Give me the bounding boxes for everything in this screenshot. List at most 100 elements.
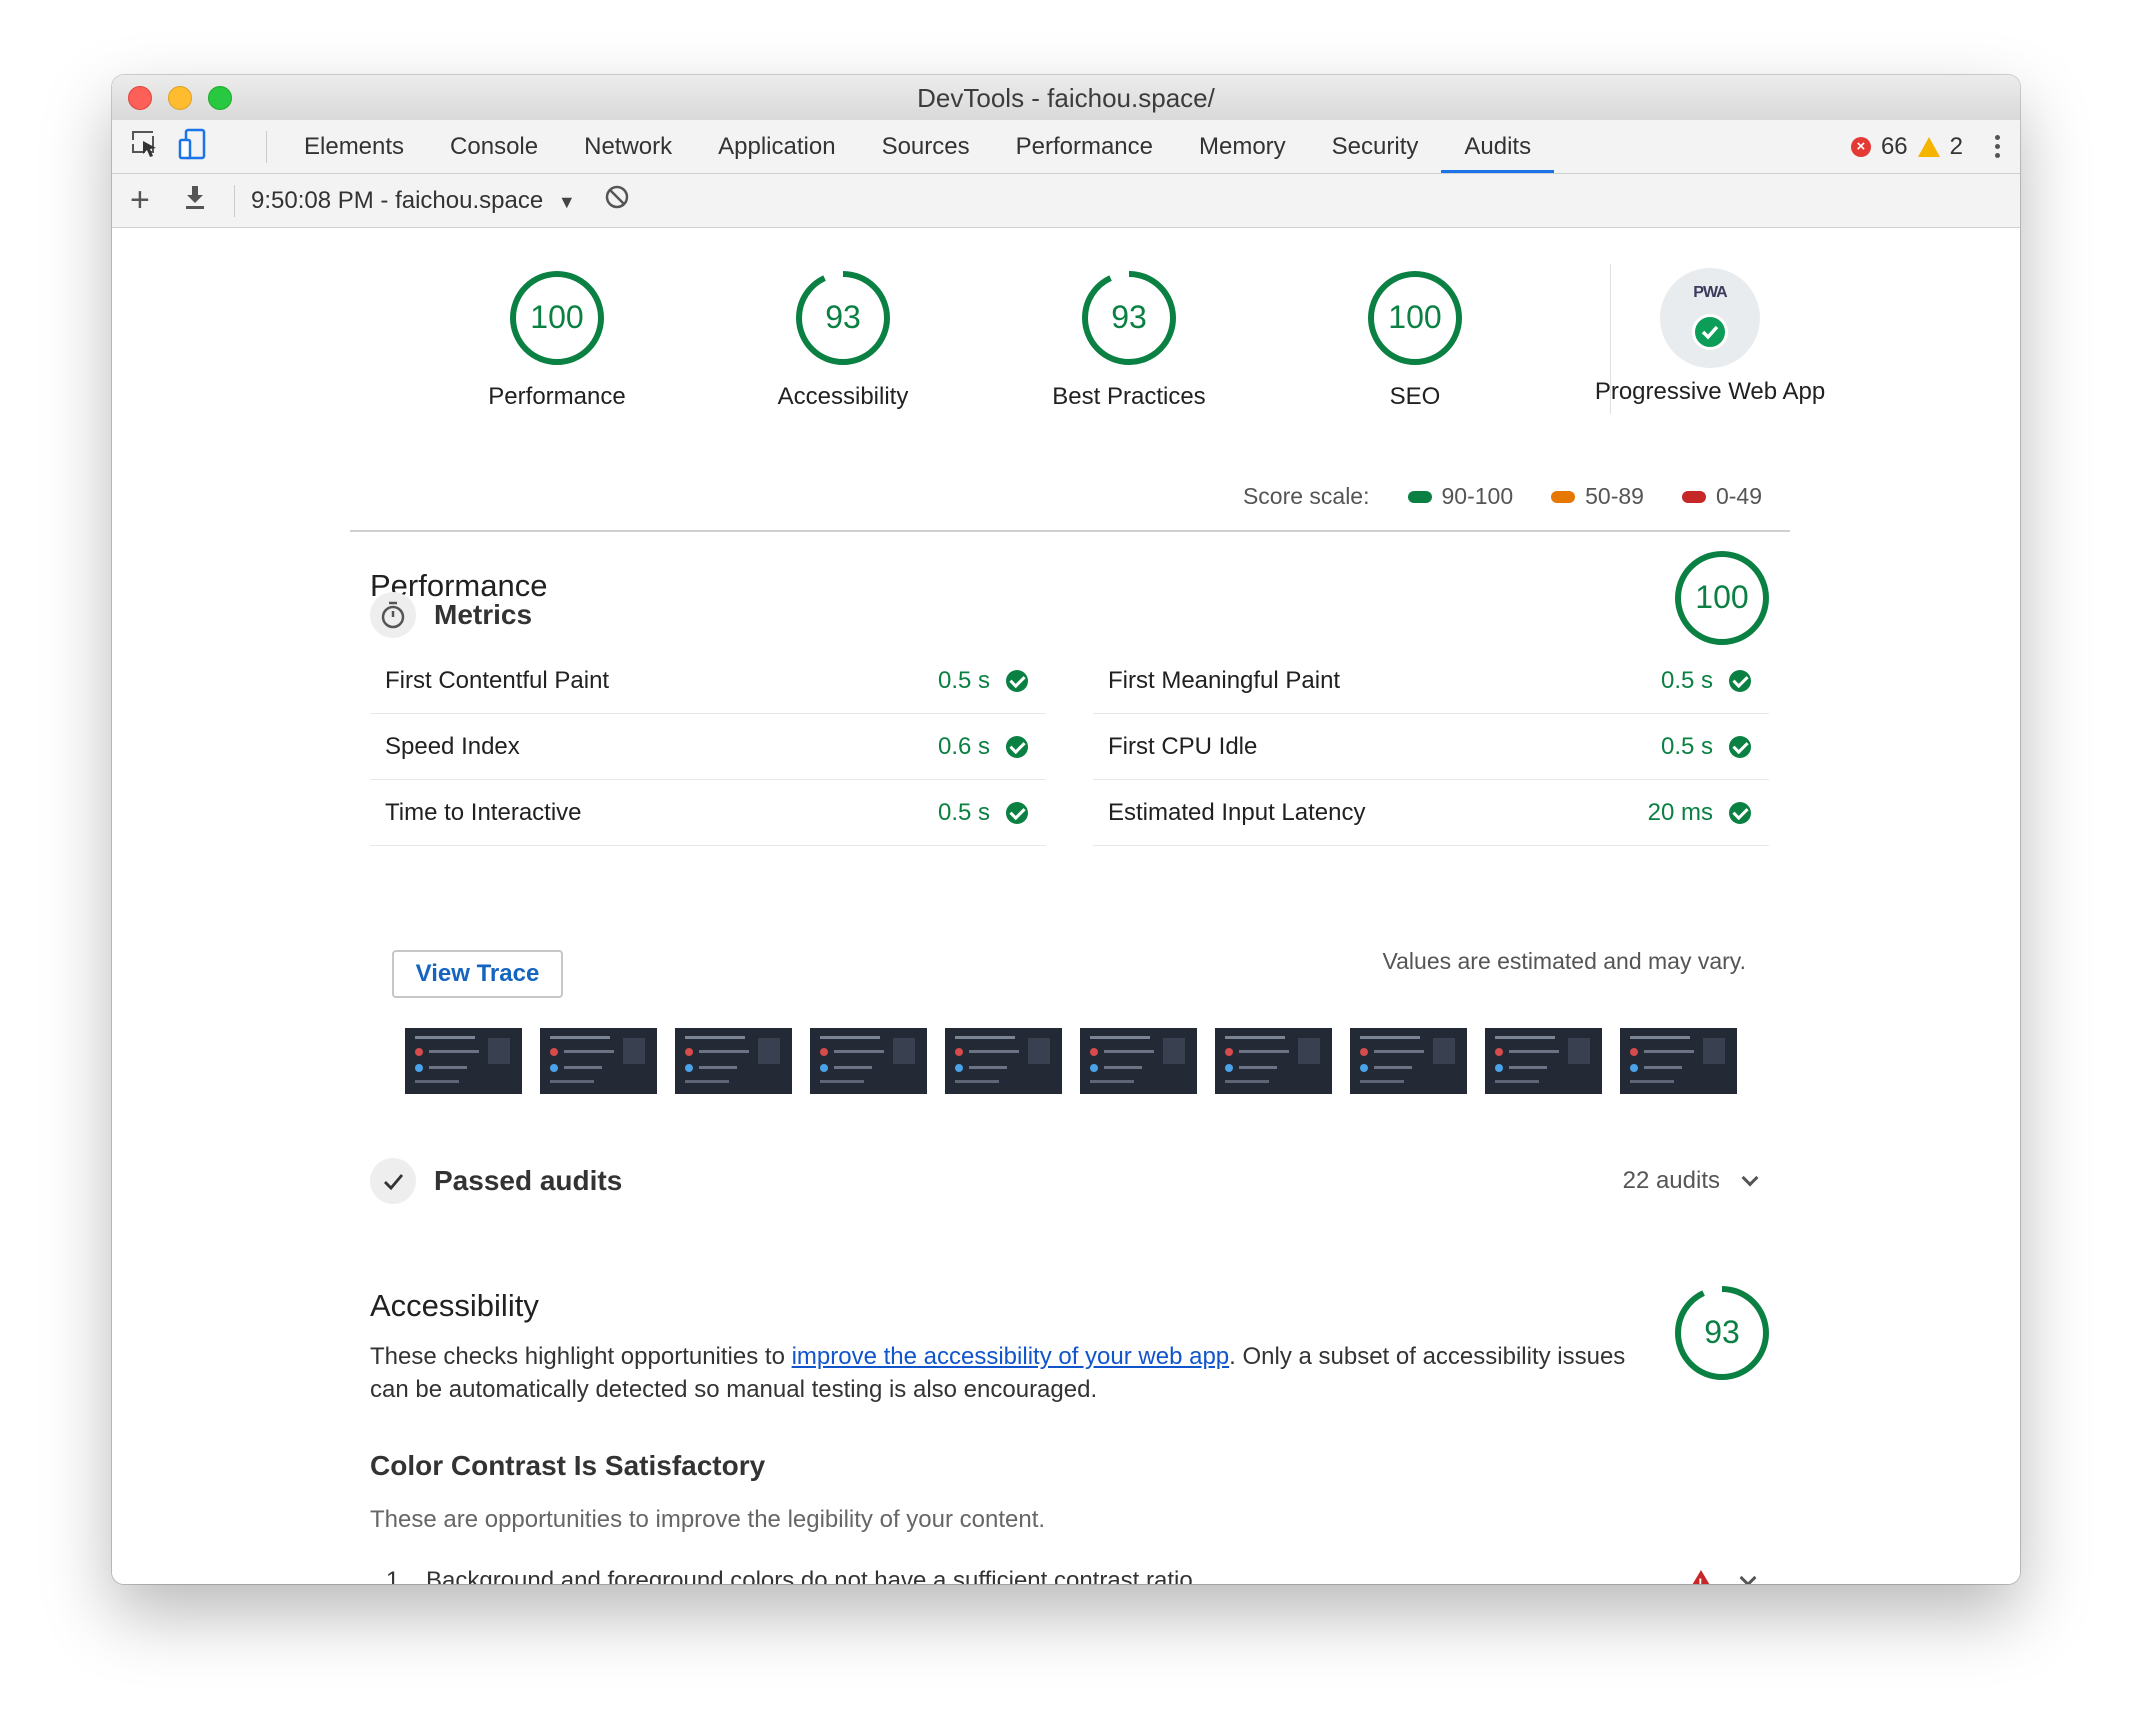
metric-value: 20 ms: [1647, 798, 1713, 826]
toolbar-separator: [234, 184, 235, 217]
metric-value: 0.5 s: [937, 666, 990, 694]
gauge-pwa[interactable]: PWA Progressive Web App: [1555, 268, 1865, 406]
window-title: DevTools - faichou.space/: [917, 83, 1215, 113]
score-scale-label: Score scale:: [1242, 483, 1370, 509]
gauge-score: 93: [1111, 299, 1147, 335]
accessibility-score: 93: [1704, 1314, 1740, 1350]
metric-value: 0.5 s: [1660, 666, 1713, 694]
tab-sources[interactable]: Sources: [859, 120, 993, 173]
gauge-label: Best Practices: [1052, 383, 1206, 410]
metric-name: First Contentful Paint: [385, 666, 610, 694]
more-options-icon[interactable]: [1995, 135, 2000, 158]
report-select-label: 9:50:08 PM - faichou.space: [251, 186, 544, 214]
error-count: 66: [1880, 132, 1908, 160]
values-note: Values are estimated and may vary.: [1382, 948, 1747, 974]
filmstrip-frame: [1485, 1028, 1602, 1094]
close-window-button[interactable]: [128, 86, 152, 110]
report-select[interactable]: 9:50:08 PM - faichou.space ▼: [251, 187, 576, 215]
pwa-badge: PWA: [1660, 268, 1760, 368]
metric-name: Time to Interactive: [385, 798, 582, 826]
metric-speed-index: Speed Index 0.6 s: [370, 714, 1046, 780]
filmstrip-frame: [945, 1028, 1062, 1094]
gauge-label: SEO: [1389, 383, 1441, 410]
filmstrip-frame: [1080, 1028, 1197, 1094]
new-audit-icon[interactable]: +: [130, 181, 170, 220]
metrics-header: Metrics: [370, 592, 532, 638]
gauge-performance[interactable]: 100 Performance: [407, 268, 707, 411]
inspect-element-icon[interactable]: [130, 129, 160, 164]
warning-count: 2: [1949, 132, 1963, 160]
gauge-label: Progressive Web App: [1594, 378, 1826, 405]
tab-elements[interactable]: Elements: [281, 120, 427, 173]
performance-score: 100: [1695, 579, 1748, 615]
chevron-down-icon[interactable]: [1739, 1569, 1757, 1584]
audit-index: 1: [386, 1566, 400, 1585]
audit-row-color-contrast[interactable]: 1 Background and foreground colors do no…: [370, 1550, 1772, 1584]
clear-reports-icon[interactable]: [604, 184, 630, 217]
metric-value: 0.5 s: [1660, 732, 1713, 760]
pass-check-icon: [1729, 801, 1751, 824]
accessibility-guide-link[interactable]: improve the accessibility of your web ap…: [792, 1343, 1230, 1370]
minimize-window-button[interactable]: [168, 86, 192, 110]
gauge-ring: 93: [796, 271, 890, 365]
devtools-window: DevTools - faichou.space/ Elements Conso…: [112, 75, 2020, 1584]
filmstrip: [405, 1028, 1737, 1094]
checkmark-icon: [370, 1158, 416, 1204]
maximize-window-button[interactable]: [208, 86, 232, 110]
metric-estimated-input-latency: Estimated Input Latency 20 ms: [1093, 780, 1769, 846]
metrics-title: Metrics: [434, 599, 533, 630]
description-text: These checks highlight opportunities to: [370, 1343, 792, 1370]
view-trace-button[interactable]: View Trace: [392, 950, 563, 998]
pass-check-icon: [1006, 669, 1028, 692]
pass-check-icon: [1006, 801, 1028, 824]
pass-check-icon: [1729, 735, 1751, 758]
tab-application[interactable]: Application: [695, 120, 858, 173]
stopwatch-icon: [370, 592, 416, 638]
tab-security[interactable]: Security: [1309, 120, 1442, 173]
scale-average-label: 50-89: [1585, 483, 1644, 509]
score-summary: 100 Performance 93 Accessibility 93 Best…: [452, 264, 1892, 418]
tab-memory[interactable]: Memory: [1176, 120, 1309, 173]
color-contrast-group-description: These are opportunities to improve the l…: [370, 1506, 1046, 1533]
chevron-down-icon[interactable]: [1741, 1169, 1759, 1187]
gauge-seo[interactable]: 100 SEO: [1265, 268, 1565, 411]
status-indicators[interactable]: × 66 2: [1850, 120, 2000, 173]
gauge-ring: 93: [1082, 271, 1176, 365]
panel-tabs: Elements Console Network Application Sou…: [281, 120, 1554, 173]
filmstrip-frame: [1350, 1028, 1467, 1094]
pwa-logo: PWA: [1693, 284, 1727, 301]
scale-average-pill: [1551, 490, 1576, 503]
gauge-ring: 100: [1368, 271, 1462, 365]
gauge-best-practices[interactable]: 93 Best Practices: [979, 268, 1279, 411]
metric-value: 0.5 s: [937, 798, 990, 826]
tab-audits[interactable]: Audits: [1441, 120, 1554, 173]
performance-score-gauge: 100: [1672, 548, 1772, 653]
metrics-column-right: First Meaningful Paint 0.5 s First CPU I…: [1093, 648, 1769, 846]
gauge-ring: 100: [510, 271, 604, 365]
score-scale: Score scale: 90-100 50-89 0-49: [1243, 483, 1762, 510]
passed-audits-header[interactable]: Passed audits 22 audits: [370, 1158, 1772, 1204]
filmstrip-frame: [675, 1028, 792, 1094]
tab-network[interactable]: Network: [561, 120, 695, 173]
gauge-accessibility[interactable]: 93 Accessibility: [693, 268, 993, 411]
filmstrip-frame: [1215, 1028, 1332, 1094]
pass-check-icon: [1729, 669, 1751, 692]
gauge-label: Accessibility: [777, 383, 909, 410]
metric-first-cpu-idle: First CPU Idle 0.5 s: [1093, 714, 1769, 780]
check-icon: [1692, 314, 1728, 350]
download-report-icon[interactable]: [184, 184, 224, 217]
devtools-tab-bar: Elements Console Network Application Sou…: [112, 120, 2020, 174]
passed-audits-title: Passed audits: [434, 1165, 623, 1196]
gauge-score: 100: [530, 299, 583, 335]
filmstrip-frame: [1620, 1028, 1737, 1094]
chevron-down-icon: ▼: [557, 191, 576, 212]
device-toolbar-icon[interactable]: [178, 128, 208, 165]
accessibility-description: These checks highlight opportunities to …: [370, 1340, 1670, 1406]
metrics-column-left: First Contentful Paint 0.5 s Speed Index…: [370, 648, 1046, 846]
scale-pass-pill: [1407, 490, 1432, 503]
tab-performance[interactable]: Performance: [993, 120, 1176, 173]
audits-toolbar: + 9:50:08 PM - faichou.space ▼: [112, 174, 2020, 228]
tab-console[interactable]: Console: [427, 120, 561, 173]
accessibility-title: Accessibility: [370, 1288, 539, 1323]
gauge-score: 100: [1388, 299, 1441, 335]
